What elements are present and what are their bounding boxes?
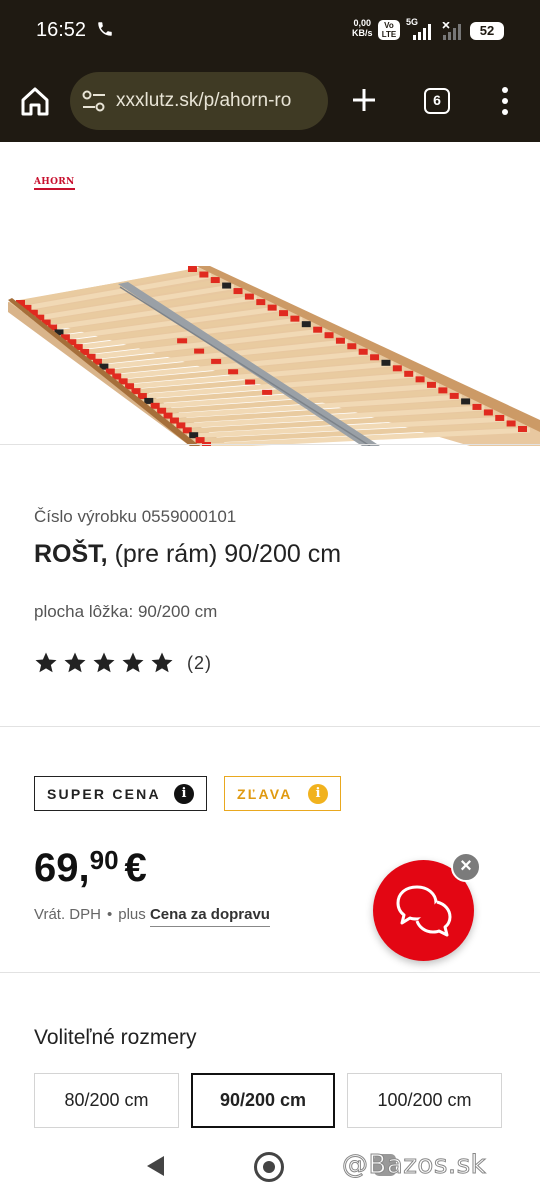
product-price: 69,90 € bbox=[34, 845, 147, 890]
slat-cap bbox=[199, 271, 209, 278]
shipping-cost-link[interactable]: Cena za dopravu bbox=[149, 906, 270, 927]
info-icon[interactable]: i bbox=[174, 784, 194, 804]
divider bbox=[0, 972, 540, 973]
firmness-slider bbox=[228, 369, 239, 375]
new-tab-icon[interactable] bbox=[350, 86, 378, 114]
volte-badge: Vo LTE bbox=[378, 20, 400, 40]
super-price-badge[interactable]: SUPER CENA i bbox=[34, 776, 207, 811]
size-option-80[interactable]: 80/200 cm bbox=[34, 1073, 179, 1128]
slat-cap bbox=[506, 420, 516, 427]
slat-cap bbox=[449, 392, 459, 399]
signal-no-service-icon bbox=[442, 22, 461, 40]
browser-chrome: 16:52 0,00 KB/s Vo LTE 5G 52 xxxlutz.sk/… bbox=[0, 0, 540, 142]
product-image[interactable] bbox=[0, 240, 540, 446]
star-icon bbox=[35, 652, 57, 673]
slat-cap bbox=[313, 326, 323, 333]
slat-cap bbox=[483, 409, 493, 416]
firmness-slider bbox=[177, 338, 188, 344]
slat-cap bbox=[301, 321, 311, 328]
star-icon bbox=[93, 652, 115, 673]
product-number: Číslo výrobku 0559000101 bbox=[34, 507, 237, 526]
super-price-label: SUPER CENA bbox=[47, 785, 161, 802]
status-time: 16:52 bbox=[36, 19, 87, 41]
divider bbox=[0, 444, 540, 445]
slat-cap bbox=[233, 288, 243, 295]
site-settings-icon[interactable] bbox=[82, 90, 106, 112]
slat-cap bbox=[472, 403, 482, 410]
watermark: @Bazos.sk bbox=[341, 1150, 487, 1181]
firmness-slider bbox=[211, 358, 222, 364]
bed-surface-size: plocha lôžka: 90/200 cm bbox=[34, 602, 218, 621]
address-bar[interactable]: xxxlutz.sk/p/ahorn-ro bbox=[70, 72, 328, 130]
network-speed: 0,00 KB/s bbox=[352, 18, 373, 38]
product-rating[interactable]: (2) bbox=[34, 650, 212, 676]
star-icon bbox=[151, 652, 173, 673]
slat-cap bbox=[347, 343, 357, 350]
slat-cap bbox=[267, 304, 277, 311]
more-menu-icon[interactable] bbox=[495, 86, 515, 116]
battery-indicator: 52 bbox=[470, 22, 504, 40]
chat-bubbles-icon bbox=[396, 885, 452, 937]
firmness-slider bbox=[262, 389, 273, 395]
price-note: Vrát. DPH • plus Cena za dopravu bbox=[34, 906, 270, 927]
slat-cap bbox=[370, 354, 380, 361]
slat-cap bbox=[426, 381, 436, 388]
slat-cap bbox=[244, 293, 254, 300]
star-icon bbox=[122, 652, 144, 673]
brand-logo: AHORN bbox=[34, 177, 75, 190]
home-icon[interactable] bbox=[18, 84, 52, 118]
slat-cap bbox=[518, 426, 527, 432]
size-option-90-selected[interactable]: 90/200 cm bbox=[191, 1073, 335, 1128]
phone-call-icon bbox=[96, 20, 114, 43]
discount-label: ZĽAVA bbox=[237, 785, 293, 802]
slat-cap bbox=[358, 348, 368, 355]
slat-cap bbox=[461, 398, 471, 405]
slat-cap bbox=[404, 370, 414, 377]
tab-switcher-button[interactable]: 6 bbox=[424, 88, 450, 114]
rating-count: (2) bbox=[187, 652, 212, 673]
url-text[interactable]: xxxlutz.sk/p/ahorn-ro bbox=[116, 90, 321, 112]
star-icon bbox=[64, 652, 86, 673]
slat-cap bbox=[381, 359, 391, 366]
discount-badge[interactable]: ZĽAVA i bbox=[224, 776, 341, 811]
home-nav-icon[interactable] bbox=[254, 1152, 284, 1182]
slat-cap bbox=[210, 277, 220, 284]
slat-cap bbox=[290, 315, 300, 322]
firmness-slider bbox=[194, 348, 205, 354]
slat-cap bbox=[324, 332, 334, 339]
signal-strength-icon bbox=[413, 24, 431, 40]
slat-cap bbox=[415, 376, 425, 383]
browser-toolbar: xxxlutz.sk/p/ahorn-ro 6 bbox=[0, 70, 540, 134]
info-icon[interactable]: i bbox=[308, 784, 328, 804]
slat-cap bbox=[188, 266, 197, 272]
size-option-100[interactable]: 100/200 cm bbox=[347, 1073, 502, 1128]
slat-cap bbox=[279, 310, 289, 317]
optional-sizes-heading: Voliteľné rozmery bbox=[34, 1026, 197, 1049]
back-icon[interactable] bbox=[144, 1154, 166, 1178]
slat-cap bbox=[335, 337, 345, 344]
slat-cap bbox=[392, 365, 402, 372]
slat-cap bbox=[256, 299, 266, 306]
close-chat-icon[interactable]: × bbox=[451, 852, 481, 882]
divider bbox=[0, 726, 540, 727]
status-bar: 16:52 0,00 KB/s Vo LTE 5G 52 bbox=[0, 0, 540, 64]
slat-cap bbox=[438, 387, 448, 394]
slat-cap bbox=[222, 282, 232, 289]
slat-cap bbox=[495, 414, 505, 421]
firmness-slider bbox=[245, 379, 256, 385]
product-title: ROŠT, (pre rám) 90/200 cm bbox=[34, 540, 342, 568]
slatted-bed-base-illustration bbox=[8, 266, 540, 446]
